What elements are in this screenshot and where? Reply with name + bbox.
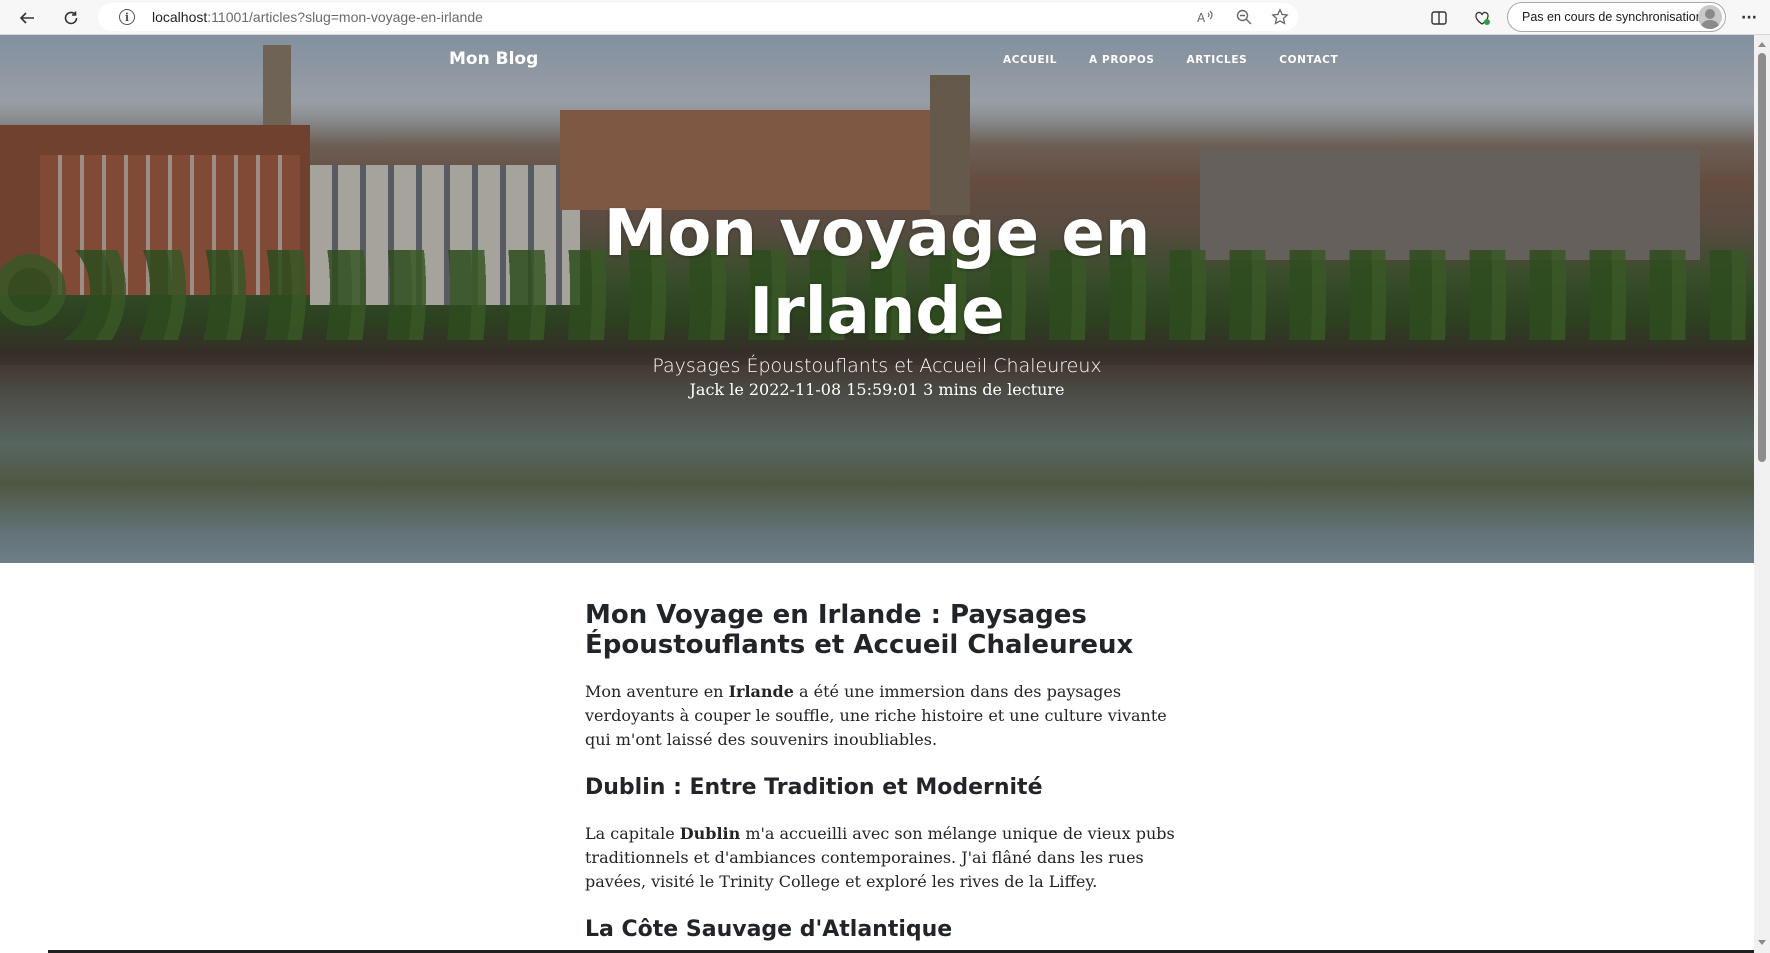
nav-link-contact[interactable]: CONTACT [1279,54,1338,66]
page-subtitle: Paysages Époustouflants et Accueil Chale… [652,355,1102,377]
split-screen-icon[interactable] [1426,5,1452,31]
more-menu-icon[interactable]: ··· [1736,5,1762,31]
main-nav: ACCUEIL A PROPOS ARTICLES CONTACT [1003,54,1370,66]
profile-sync-button[interactable]: Pas en cours de synchronisation [1507,2,1726,32]
section-heading: La Côte Sauvage d'Atlantique [585,917,953,942]
nav-brand[interactable]: Mon Blog [449,49,538,69]
favorite-star-icon[interactable] [1269,7,1291,27]
read-aloud-icon[interactable]: A [1194,7,1216,27]
svg-text:A: A [1197,11,1206,25]
post-meta: Jack le 2022-11-08 15:59:01 3 mins de le… [689,380,1065,399]
scrollbar-thumb[interactable] [1758,53,1766,462]
browser-essentials-icon[interactable] [1469,5,1495,31]
page-scrollbar[interactable] [1754,35,1770,953]
nav-link-accueil[interactable]: ACCUEIL [1003,54,1057,66]
site-info-icon[interactable]: i [119,9,135,25]
back-arrow-icon[interactable] [14,5,40,31]
article-body: Mon Voyage en Irlande : Paysages Épousto… [585,600,1175,953]
section-heading: Dublin : Entre Tradition et Modernité [585,775,1043,800]
avatar [1698,5,1722,29]
article-paragraph: La capitale Dublin m'a accueilli avec so… [585,824,1175,891]
article-paragraph: Mon aventure en Irlande a été une immers… [585,682,1167,749]
article-heading: Mon Voyage en Irlande : Paysages Épousto… [585,600,1134,660]
scroll-up-arrow-icon[interactable] [1758,42,1766,47]
scroll-down-arrow-icon[interactable] [1758,940,1766,945]
zoom-out-icon[interactable] [1233,7,1255,27]
address-bar[interactable]: i localhost:11001/articles?slug=mon-voya… [98,3,1298,31]
sync-status-label: Pas en cours de synchronisation [1522,10,1703,24]
reload-icon[interactable] [58,5,84,31]
url-text[interactable]: localhost:11001/articles?slug=mon-voyage… [152,9,483,25]
page-title-line: Mon voyage en [603,197,1151,271]
page-title: Mon voyage en Irlande [0,195,1754,351]
nav-link-a-propos[interactable]: A PROPOS [1089,54,1154,66]
page-title-line: Irlande [749,275,1005,349]
hero-banner: Mon Blog ACCUEIL A PROPOS ARTICLES CONTA… [0,35,1754,563]
browser-toolbar: i localhost:11001/articles?slug=mon-voya… [0,0,1770,35]
nav-link-articles[interactable]: ARTICLES [1187,54,1248,66]
